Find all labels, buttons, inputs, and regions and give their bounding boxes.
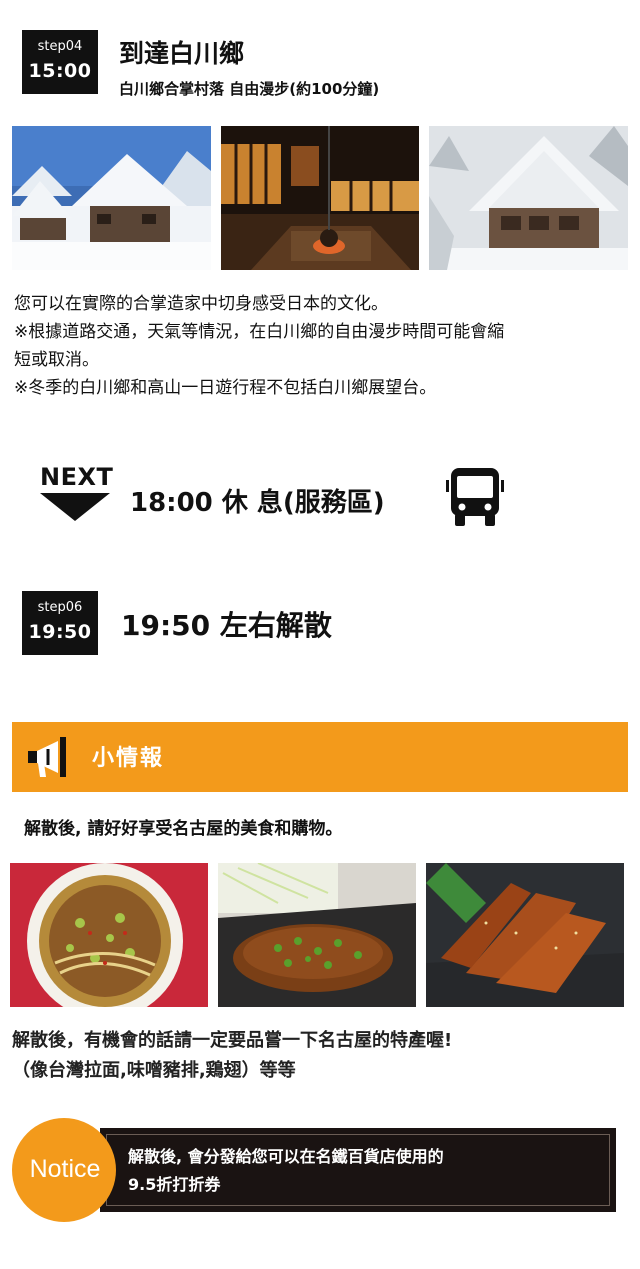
food-text-line: 解散後，有機會的話請一定要品嘗一下名古屋的特產喔!: [12, 1030, 453, 1051]
next-title: 18:00 休 息(服務區): [130, 488, 385, 518]
notice-line: 解散後, 會分發給您可以在名鐵百貨店使用的: [128, 1147, 444, 1166]
food-text-line: （像台灣拉面,味噌豬排,鶏翅）等等: [12, 1060, 296, 1081]
description-line: ※冬季的白川鄉和高山一日遊行程不包括白川鄉展望台。: [14, 378, 437, 398]
notice-label: Notice: [29, 1155, 101, 1183]
down-arrow-icon: [40, 493, 110, 521]
snowy-gassho-house-photo: [429, 126, 628, 270]
snow-village-photo: [12, 126, 211, 270]
step04-title: 到達白川鄉: [119, 39, 245, 68]
description: 您可以在實際的合掌造家中切身感受日本的文化。 ※根據道路交通，天氣等情況，在白川…: [14, 290, 626, 402]
description-line: ※根據道路交通，天氣等情況，在白川鄉的自由漫步時間可能會縮: [14, 322, 505, 342]
notice-line: 9.5折打折券: [128, 1175, 221, 1194]
bus-icon: [446, 468, 504, 526]
step04-subtitle: 白川鄉合掌村落 自由漫步(約100分鐘): [119, 80, 380, 98]
step06-title: 19:50 左右解散: [121, 609, 332, 642]
info-title: 小情報: [92, 746, 165, 771]
step06-label: step06: [37, 600, 83, 615]
miso-katsu-photo: [218, 863, 416, 1007]
notice-text: 解散後, 會分發給您可以在名鐵百貨店使用的 9.5折打折券: [128, 1143, 444, 1199]
step04-label: step04: [37, 39, 83, 54]
step04-badge: step04 15:00: [22, 30, 98, 94]
info-banner: 小情報: [12, 722, 628, 792]
after-dismissal-text: 解散後, 請好好享受名古屋的美食和購物。: [24, 819, 343, 839]
description-line: 您可以在實際的合掌造家中切身感受日本的文化。: [14, 294, 388, 314]
step06-time: 19:50: [28, 621, 92, 643]
chicken-wings-photo: [426, 863, 624, 1007]
step06-badge: step06 19:50: [22, 591, 98, 655]
description-line: 短或取消。: [14, 350, 99, 370]
next-label: NEXT: [40, 463, 114, 491]
food-text: 解散後，有機會的話請一定要品嘗一下名古屋的特產喔! （像台灣拉面,味噌豬排,鶏翅…: [12, 1026, 628, 1086]
megaphone-icon: [28, 737, 66, 777]
irori-interior-photo: [221, 126, 419, 270]
taiwan-ramen-photo: [10, 863, 208, 1007]
step04-time: 15:00: [28, 60, 92, 82]
